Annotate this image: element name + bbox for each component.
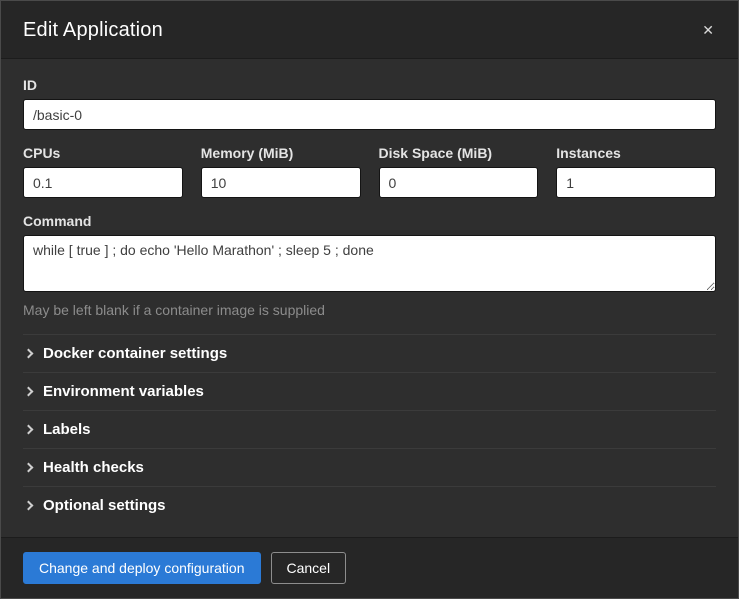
memory-input[interactable] <box>201 167 361 198</box>
modal-title: Edit Application <box>23 19 163 42</box>
chevron-right-icon <box>24 349 34 359</box>
command-textarea[interactable]: while [ true ] ; do echo 'Hello Marathon… <box>23 235 716 292</box>
modal-footer: Change and deploy configuration Cancel <box>1 537 738 598</box>
chevron-right-icon <box>24 387 34 397</box>
section-label: Docker container settings <box>43 345 227 362</box>
section-labels[interactable]: Labels <box>23 410 716 448</box>
close-icon[interactable]: ✕ <box>700 19 716 41</box>
cpus-label: CPUs <box>23 145 183 161</box>
section-label: Labels <box>43 421 91 438</box>
chevron-right-icon <box>24 501 34 511</box>
cancel-button[interactable]: Cancel <box>271 552 347 584</box>
modal-header: Edit Application ✕ <box>1 1 738 59</box>
collapsible-sections: Docker container settings Environment va… <box>23 334 716 524</box>
disk-label: Disk Space (MiB) <box>379 145 539 161</box>
chevron-right-icon <box>24 463 34 473</box>
instances-input[interactable] <box>556 167 716 198</box>
edit-application-modal: Edit Application ✕ ID CPUs Memory (MiB) … <box>0 0 739 599</box>
command-help-text: May be left blank if a container image i… <box>23 302 716 318</box>
instances-field-group: Instances <box>556 145 716 198</box>
chevron-right-icon <box>24 425 34 435</box>
disk-field-group: Disk Space (MiB) <box>379 145 539 198</box>
memory-field-group: Memory (MiB) <box>201 145 361 198</box>
section-environment-variables[interactable]: Environment variables <box>23 372 716 410</box>
disk-input[interactable] <box>379 167 539 198</box>
cpus-input[interactable] <box>23 167 183 198</box>
section-label: Environment variables <box>43 383 204 400</box>
modal-body: ID CPUs Memory (MiB) Disk Space (MiB) In… <box>1 59 738 537</box>
command-label: Command <box>23 213 716 229</box>
section-label: Health checks <box>43 459 144 476</box>
id-input[interactable] <box>23 99 716 130</box>
id-label: ID <box>23 77 716 93</box>
section-optional-settings[interactable]: Optional settings <box>23 486 716 524</box>
section-health-checks[interactable]: Health checks <box>23 448 716 486</box>
change-and-deploy-button[interactable]: Change and deploy configuration <box>23 552 261 584</box>
cpus-field-group: CPUs <box>23 145 183 198</box>
section-docker-container-settings[interactable]: Docker container settings <box>23 334 716 372</box>
resources-row: CPUs Memory (MiB) Disk Space (MiB) Insta… <box>23 145 716 198</box>
command-field-group: Command while [ true ] ; do echo 'Hello … <box>23 213 716 318</box>
instances-label: Instances <box>556 145 716 161</box>
id-field-group: ID <box>23 77 716 130</box>
section-label: Optional settings <box>43 497 166 514</box>
memory-label: Memory (MiB) <box>201 145 361 161</box>
